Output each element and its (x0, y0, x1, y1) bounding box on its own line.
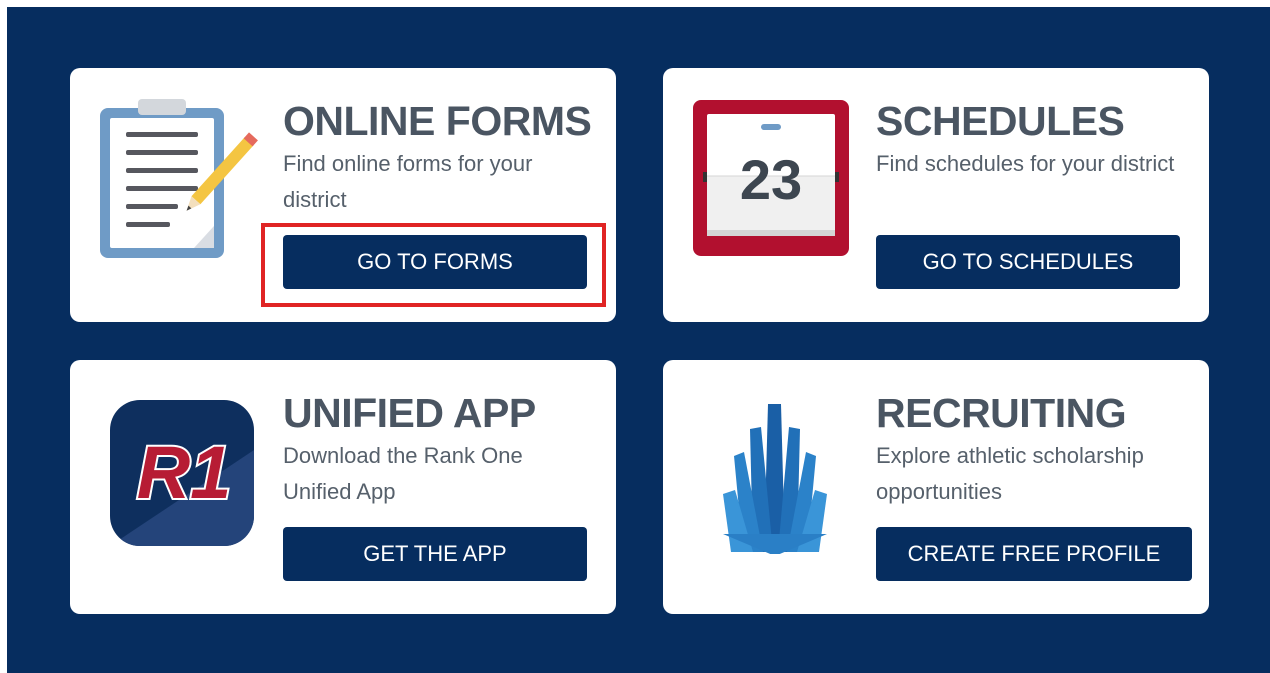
recruiting-icon (723, 394, 833, 556)
r1-logo-text: R1 (137, 431, 232, 514)
card-title: RECRUITING (876, 390, 1127, 436)
card-description: Explore athletic scholarship opportuniti… (876, 443, 1144, 504)
card-title: UNIFIED APP (283, 390, 536, 436)
clipboard-icon (98, 98, 258, 262)
go-to-forms-button[interactable]: GO TO FORMS (283, 235, 587, 289)
rank-one-app-icon: R1 (110, 400, 254, 546)
card-description: Find schedules for your district (876, 151, 1175, 176)
go-to-schedules-button[interactable]: GO TO SCHEDULES (876, 235, 1180, 289)
recruiting-card: RECRUITING Explore athletic scholarship … (663, 360, 1209, 614)
schedules-card: 23 SCHEDULES Find schedules for your dis… (663, 68, 1209, 322)
services-panel: ONLINE FORMS Find online forms for your … (7, 7, 1270, 673)
card-title: SCHEDULES (876, 98, 1125, 144)
online-forms-card: ONLINE FORMS Find online forms for your … (70, 68, 616, 322)
card-title: ONLINE FORMS (283, 98, 592, 144)
unified-app-card: R1 UNIFIED APP Download the Rank One Uni… (70, 360, 616, 614)
create-free-profile-button[interactable]: CREATE FREE PROFILE (876, 527, 1192, 581)
get-the-app-button[interactable]: GET THE APP (283, 527, 587, 581)
card-description: Find online forms for your district (283, 151, 533, 212)
card-description: Download the Rank One Unified App (283, 443, 523, 504)
calendar-day-text: 23 (740, 148, 802, 211)
calendar-icon: 23 (691, 98, 851, 262)
